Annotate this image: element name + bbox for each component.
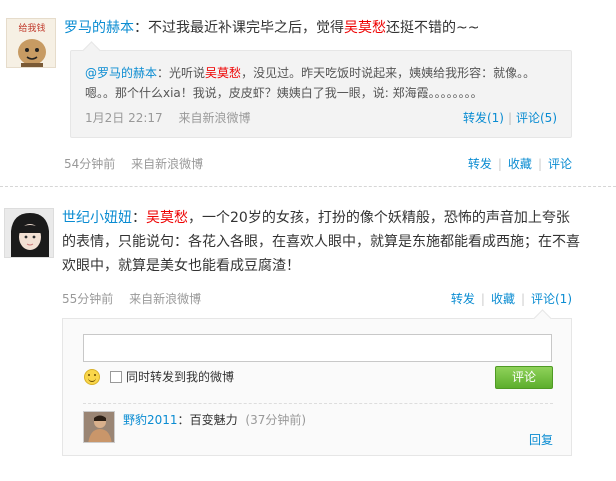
reply-text: 百变魅力	[189, 413, 238, 427]
reply-content: 野豹2011：百变魅力 (37分钟前)	[123, 411, 306, 429]
post-meta: 54分钟前 来自新浪微博	[64, 155, 203, 172]
retweet-box: @罗马的赫本：光听说吴莫愁，没见过。昨天吃饭时说起来，姨姨给我形容：就像。。嗯。…	[70, 50, 572, 138]
repost-button[interactable]: 转发	[468, 157, 492, 171]
comment-button[interactable]: 评论(1)	[531, 292, 572, 306]
retweet-repost-link[interactable]: 转发(1)	[463, 111, 504, 125]
retweet-author-link[interactable]: @罗马的赫本	[85, 66, 157, 80]
post-time-link[interactable]: 54分钟前	[64, 157, 115, 171]
repost-checkbox-label[interactable]: 同时转发到我的微博	[126, 369, 234, 385]
svg-text:给我钱: 给我钱	[18, 22, 45, 34]
retweet-actions: 转发(1) | 评论(5)	[463, 109, 557, 126]
retweet-time-link[interactable]: 1月2日 22:17	[85, 111, 163, 125]
separator: |	[520, 292, 525, 306]
colon: ：	[132, 210, 146, 226]
post-time-link[interactable]: 55分钟前	[62, 292, 113, 306]
keyword-highlight[interactable]: 吴莫愁	[344, 20, 386, 36]
favorite-button[interactable]: 收藏	[491, 292, 515, 306]
repost-button[interactable]: 转发	[451, 292, 475, 306]
retweet-source: 来自新浪微博	[178, 111, 251, 125]
retweet-content: @罗马的赫本：光听说吴莫愁，没见过。昨天吃饭时说起来，姨姨给我形容：就像。。嗯。…	[85, 63, 565, 103]
comment-input[interactable]	[83, 334, 552, 362]
reply-time: (37分钟前)	[245, 413, 307, 427]
colon: ：	[177, 413, 190, 427]
post-actions: 转发 | 收藏 | 评论(1)	[451, 290, 572, 307]
repost-checkbox[interactable]	[110, 371, 122, 383]
favorite-button[interactable]: 收藏	[508, 157, 532, 171]
author-link[interactable]: 世纪小妞妞	[62, 210, 132, 226]
post-meta: 55分钟前 来自新浪微博	[62, 290, 201, 307]
avatar[interactable]	[4, 208, 54, 258]
post-text-part: 不过我最近补课完毕之后，觉得	[148, 20, 344, 36]
colon: ：	[134, 20, 148, 36]
smiley-icon[interactable]	[84, 369, 100, 385]
retweet-meta: 1月2日 22:17 来自新浪微博	[85, 109, 251, 126]
reply-divider	[83, 403, 553, 404]
separator: |	[480, 292, 485, 306]
reply-author-link[interactable]: 野豹2011	[123, 413, 178, 427]
post-content: 世纪小妞妞：吴莫愁，一个20岁的女孩，打扮的像个妖精般，恐怖的声音加上夸张的表情…	[62, 206, 582, 278]
post-actions: 转发 | 收藏 | 评论	[468, 155, 572, 172]
separator: |	[497, 157, 502, 171]
comment-box: 同时转发到我的微博 评论 野豹2011：百变魅力 (37分钟前) 回复	[62, 318, 572, 456]
post-content: 罗马的赫本：不过我最近补课完毕之后，觉得吴莫愁还挺不错的~~	[64, 16, 604, 40]
submit-comment-button[interactable]: 评论	[495, 366, 553, 389]
keyword-highlight[interactable]: 吴莫愁	[146, 210, 188, 226]
keyword-highlight[interactable]: 吴莫愁	[205, 66, 241, 80]
reply-avatar[interactable]	[83, 411, 115, 443]
colon: ：	[157, 66, 170, 80]
post-divider	[0, 186, 616, 187]
retweet-comment-link[interactable]: 评论(5)	[516, 111, 557, 125]
separator: |	[537, 157, 542, 171]
post-source: 来自新浪微博	[129, 292, 202, 306]
post-source: 来自新浪微博	[131, 157, 204, 171]
post-text-part: 还挺不错的~~	[386, 20, 480, 36]
separator: |	[507, 111, 512, 125]
avatar[interactable]: 给我钱	[6, 18, 56, 68]
reply-button[interactable]: 回复	[529, 431, 553, 448]
author-link[interactable]: 罗马的赫本	[64, 20, 134, 36]
retweet-text-part: 光听说	[169, 66, 206, 80]
comment-button[interactable]: 评论	[548, 157, 572, 171]
